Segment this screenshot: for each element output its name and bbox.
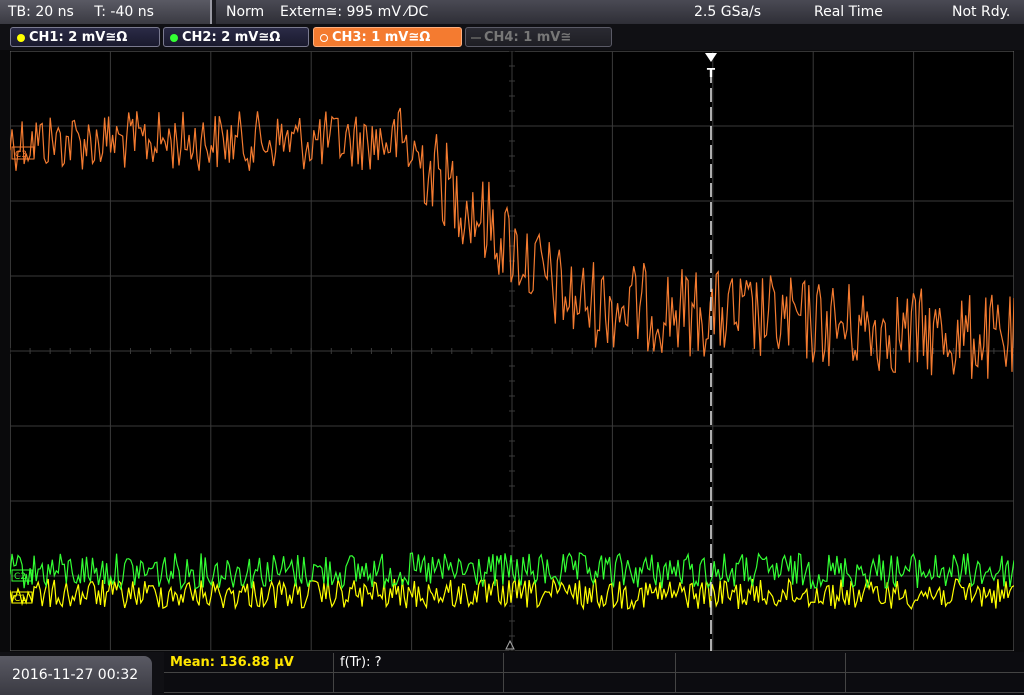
channel-2-indicator-icon (170, 34, 178, 42)
measurement-slot[interactable] (846, 653, 1024, 673)
date-time: 2016-11-27 00:32 (0, 656, 152, 695)
bottom-bar: 2016-11-27 00:32 Mean: 136.88 µV f(Tr): … (0, 652, 1024, 695)
channel-1-label: CH1: 2 mV≅Ω (29, 30, 128, 45)
trigger-source: Extern≅: 995 mV ⁄DC (280, 4, 429, 20)
measurement-slot[interactable] (504, 653, 676, 673)
acquisition-mode: Real Time (814, 4, 883, 20)
measurement-panel: Mean: 136.88 µV f(Tr): ? (164, 652, 1024, 695)
measurement-slot[interactable] (846, 673, 1024, 693)
acquisition-state: Not Rdy. (952, 4, 1011, 20)
channel-3-label: CH3: 1 mV≅Ω (332, 30, 431, 45)
channel-2-button[interactable]: CH2: 2 mV≅Ω (163, 27, 309, 47)
sample-rate: 2.5 GSa/s (694, 4, 762, 20)
channel-1-indicator-icon (17, 34, 25, 42)
status-bar: TB: 20 ns T: -40 ns Norm Extern≅: 995 mV… (0, 0, 1024, 24)
trigger-label: T (707, 66, 716, 80)
channel-3-indicator-icon (320, 34, 328, 42)
trigger-time-value: T: -40 ns (94, 4, 154, 20)
timebase-panel[interactable]: TB: 20 ns T: -40 ns (0, 0, 212, 24)
measurement-slot[interactable] (676, 653, 846, 673)
acquisition-panel[interactable]: Norm Extern≅: 995 mV ⁄DC 2.5 GSa/s Real … (216, 0, 1024, 24)
measurement-slot[interactable] (334, 673, 504, 693)
timebase-value: TB: 20 ns (8, 4, 74, 20)
channel-1-marker-label: C1 (14, 594, 26, 604)
channel-1-button[interactable]: CH1: 2 mV≅Ω (10, 27, 160, 47)
channel-2-label: CH2: 2 mV≅Ω (182, 30, 281, 45)
channel-3-marker-label: C3 (15, 150, 27, 160)
measurement-slot[interactable] (164, 673, 334, 693)
channel-4-indicator-icon (471, 37, 481, 39)
channel-2-marker-label: C2 (14, 572, 26, 582)
measurement-slot[interactable] (504, 673, 676, 693)
channel-4-button[interactable]: CH4: 1 mV≅ (465, 27, 612, 47)
channel-3-button[interactable]: CH3: 1 mV≅Ω (313, 27, 462, 47)
waveform-display[interactable]: T C3 C2 C1 (10, 51, 1014, 651)
channel-4-label: CH4: 1 mV≅ (484, 30, 572, 45)
trigger-mode: Norm (226, 4, 265, 20)
mean-measurement[interactable]: Mean: 136.88 µV (164, 653, 334, 673)
fall-time-measurement[interactable]: f(Tr): ? (334, 653, 504, 673)
channel-bar: CH1: 2 mV≅Ω CH2: 2 mV≅Ω CH3: 1 mV≅Ω CH4:… (0, 24, 1024, 50)
waveform-svg: T C3 C2 C1 (10, 51, 1014, 651)
measurement-slot[interactable] (676, 673, 846, 693)
